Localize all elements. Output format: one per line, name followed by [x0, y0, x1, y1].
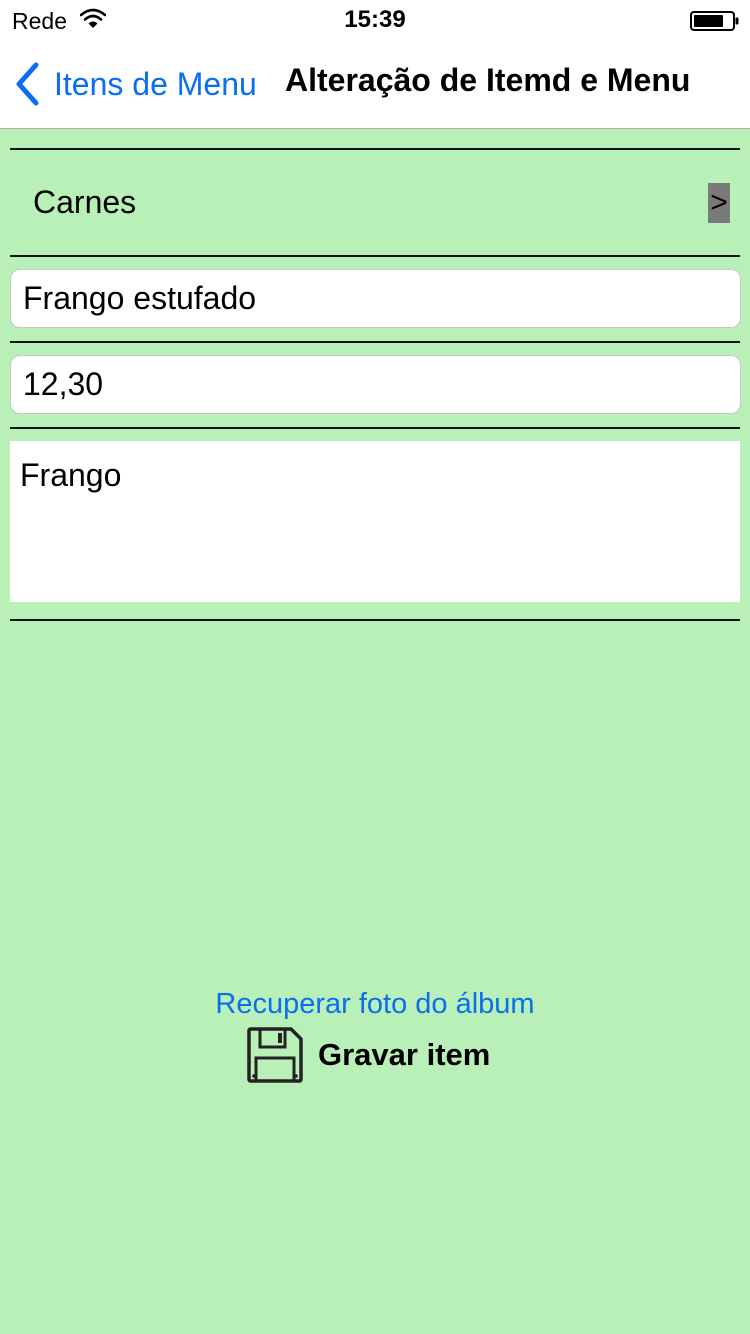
divider-category	[10, 255, 740, 257]
chevron-left-icon	[16, 62, 39, 106]
status-time: 15:39	[344, 6, 406, 33]
save-item-label: Gravar item	[318, 1037, 491, 1072]
item-description-field[interactable]: Frango	[10, 441, 740, 602]
divider-name	[10, 341, 740, 343]
divider-description	[10, 619, 740, 621]
item-price-field[interactable]	[10, 355, 741, 414]
page-title: Alteração de Itemd e Menu	[285, 62, 691, 98]
item-name-field[interactable]	[10, 269, 741, 328]
category-chevron-button[interactable]: >	[708, 183, 730, 223]
navigation-bar: Itens de Menu Alteração de Itemd e Menu	[0, 40, 750, 129]
back-button[interactable]: Itens de Menu	[14, 60, 257, 108]
recover-photo-link[interactable]: Recuperar foto do álbum	[0, 988, 750, 1021]
back-button-label: Itens de Menu	[54, 65, 257, 102]
save-item-button[interactable]: Gravar item	[246, 1025, 490, 1085]
category-selector[interactable]: Carnes >	[10, 150, 740, 255]
floppy-disk-icon	[247, 1027, 303, 1083]
status-bar: Rede 15:39	[0, 0, 750, 40]
battery-icon	[690, 11, 739, 31]
divider-price	[10, 427, 740, 429]
category-label: Carnes	[33, 184, 137, 220]
